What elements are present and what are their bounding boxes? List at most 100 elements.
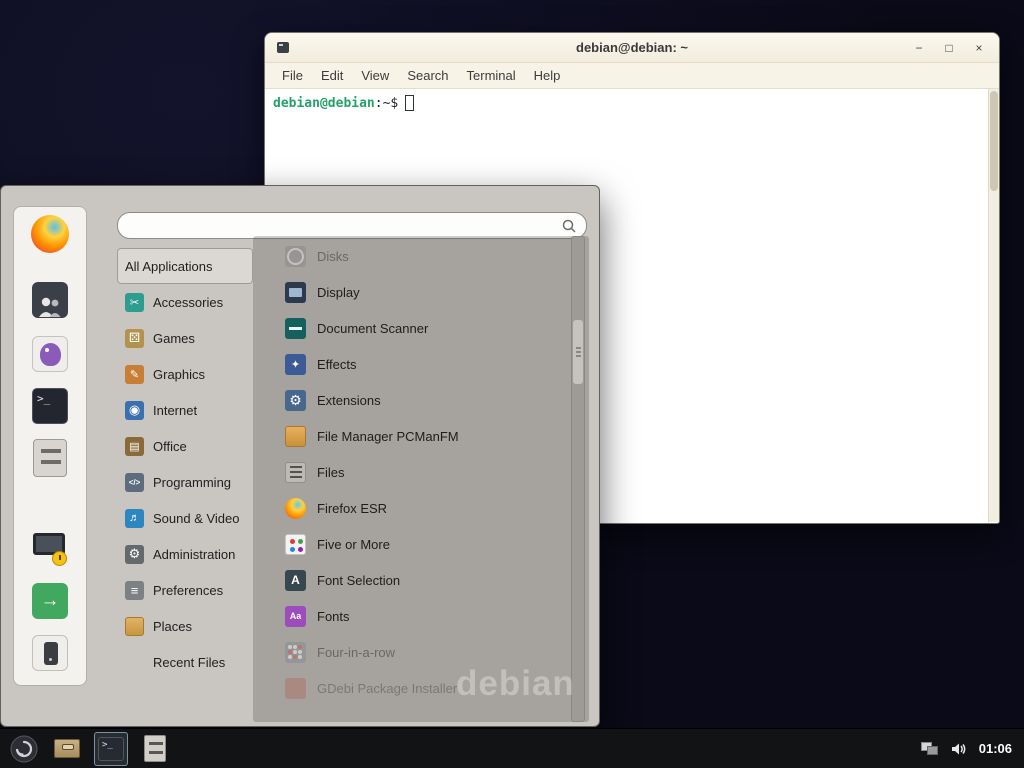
network-icon[interactable] <box>921 742 939 756</box>
category-all-applications[interactable]: All Applications <box>117 248 253 284</box>
office-icon <box>125 437 144 456</box>
firefox-esr-icon <box>285 498 306 519</box>
app-list-scrollbar-thumb[interactable] <box>573 320 583 384</box>
category-programming[interactable]: Programming <box>117 464 253 500</box>
terminal-scrollbar[interactable] <box>988 89 999 522</box>
category-office[interactable]: Office <box>117 428 253 464</box>
taskbar-panel: 01:06 <box>0 728 1024 768</box>
app-item-document-scanner[interactable]: Document Scanner <box>285 310 567 346</box>
app-item-extensions[interactable]: Extensions <box>285 382 567 418</box>
category-administration[interactable]: Administration <box>117 536 253 572</box>
scanner-icon <box>285 318 306 339</box>
desktop-background[interactable]: debian@debian: ~ − □ × File Edit View Se… <box>0 0 1024 768</box>
folder-icon <box>285 426 306 447</box>
clock[interactable]: 01:06 <box>979 741 1012 756</box>
file-manager-launcher[interactable] <box>50 732 84 766</box>
maximize-button[interactable]: □ <box>937 37 961 59</box>
sound-video-icon <box>125 509 144 528</box>
menu-help[interactable]: Help <box>525 68 570 83</box>
terminal-launcher[interactable] <box>94 732 128 766</box>
app-item-font-selection[interactable]: Font Selection <box>285 562 567 598</box>
five-or-more-icon <box>285 534 306 555</box>
menu-file[interactable]: File <box>273 68 312 83</box>
graphics-icon <box>125 365 144 384</box>
shutdown-icon <box>32 635 68 671</box>
app-item-four-in-a-row[interactable]: Four-in-a-row <box>285 634 567 670</box>
lock-screen-button[interactable] <box>28 527 72 571</box>
category-graphics[interactable]: Graphics <box>117 356 253 392</box>
users-icon <box>32 282 68 318</box>
volume-icon[interactable] <box>951 742 967 756</box>
extensions-icon <box>285 390 306 411</box>
terminal-titlebar[interactable]: debian@debian: ~ − □ × <box>265 33 999 63</box>
minimize-button[interactable]: − <box>907 37 931 59</box>
category-accessories[interactable]: Accessories <box>117 284 253 320</box>
files-icon <box>285 462 306 483</box>
display-icon <box>285 282 306 303</box>
app-list-scrollbar[interactable] <box>571 236 585 722</box>
menu-button[interactable] <box>8 733 40 765</box>
files-launcher-icon <box>144 735 166 762</box>
menu-edit[interactable]: Edit <box>312 68 352 83</box>
shutdown-button[interactable] <box>28 631 72 675</box>
menu-view[interactable]: View <box>352 68 398 83</box>
four-in-a-row-icon <box>285 642 306 663</box>
category-list: All Applications Accessories Games Graph… <box>117 248 253 680</box>
category-preferences[interactable]: Preferences <box>117 572 253 608</box>
category-sound-video[interactable]: Sound & Video <box>117 500 253 536</box>
app-item-five-or-more[interactable]: Five or More <box>285 526 567 562</box>
places-folder-icon <box>125 617 144 636</box>
terminal-cursor <box>405 95 414 111</box>
favorite-file-cabinet[interactable] <box>28 436 72 480</box>
favorite-firefox[interactable] <box>28 212 72 256</box>
effects-icon <box>285 354 306 375</box>
terminal-window-icon <box>277 42 289 53</box>
category-games[interactable]: Games <box>117 320 253 356</box>
preferences-icon <box>125 581 144 600</box>
lock-screen-icon <box>31 531 69 567</box>
programming-icon <box>125 473 144 492</box>
drawer-icon <box>54 739 80 758</box>
search-icon <box>562 219 576 233</box>
administration-icon <box>125 545 144 564</box>
favorite-users[interactable] <box>28 278 72 322</box>
app-item-disks[interactable]: Disks <box>285 238 567 274</box>
favorite-messenger[interactable] <box>28 332 72 376</box>
file-cabinet-icon <box>33 439 67 477</box>
internet-icon <box>125 401 144 420</box>
app-item-files[interactable]: Files <box>285 454 567 490</box>
app-item-fonts[interactable]: Fonts <box>285 598 567 634</box>
category-places[interactable]: Places <box>117 608 253 644</box>
app-item-display[interactable]: Display <box>285 274 567 310</box>
favorite-terminal[interactable] <box>28 384 72 428</box>
prompt-user-host: debian@debian <box>273 96 375 111</box>
games-icon <box>125 329 144 348</box>
category-recent-files[interactable]: Recent Files <box>117 644 253 680</box>
firefox-icon <box>31 215 69 253</box>
category-internet[interactable]: Internet <box>117 392 253 428</box>
terminal-icon <box>32 388 68 424</box>
favorites-panel <box>13 206 87 686</box>
app-item-file-manager-pcmanfm[interactable]: File Manager PCManFM <box>285 418 567 454</box>
font-selection-icon <box>285 570 306 591</box>
prompt-path: :~$ <box>375 96 398 111</box>
logout-button[interactable] <box>28 579 72 623</box>
app-item-gdebi[interactable]: GDebi Package Installer <box>285 670 567 706</box>
app-item-firefox-esr[interactable]: Firefox ESR <box>285 490 567 526</box>
menu-search-box <box>117 212 587 239</box>
application-menu: All Applications Accessories Games Graph… <box>0 185 600 727</box>
system-tray: 01:06 <box>921 741 1016 756</box>
search-input[interactable] <box>128 218 562 233</box>
terminal-title: debian@debian: ~ <box>576 40 688 55</box>
app-item-effects[interactable]: Effects <box>285 346 567 382</box>
terminal-scrollbar-thumb[interactable] <box>990 91 998 191</box>
close-button[interactable]: × <box>967 37 991 59</box>
menu-swirl-icon <box>10 735 38 763</box>
shell-prompt-line: debian@debian:~$ <box>265 89 999 117</box>
accessories-icon <box>125 293 144 312</box>
menu-search[interactable]: Search <box>398 68 457 83</box>
menu-terminal[interactable]: Terminal <box>458 68 525 83</box>
terminal-launcher-icon <box>98 737 124 761</box>
fonts-icon <box>285 606 306 627</box>
files-launcher[interactable] <box>138 732 172 766</box>
